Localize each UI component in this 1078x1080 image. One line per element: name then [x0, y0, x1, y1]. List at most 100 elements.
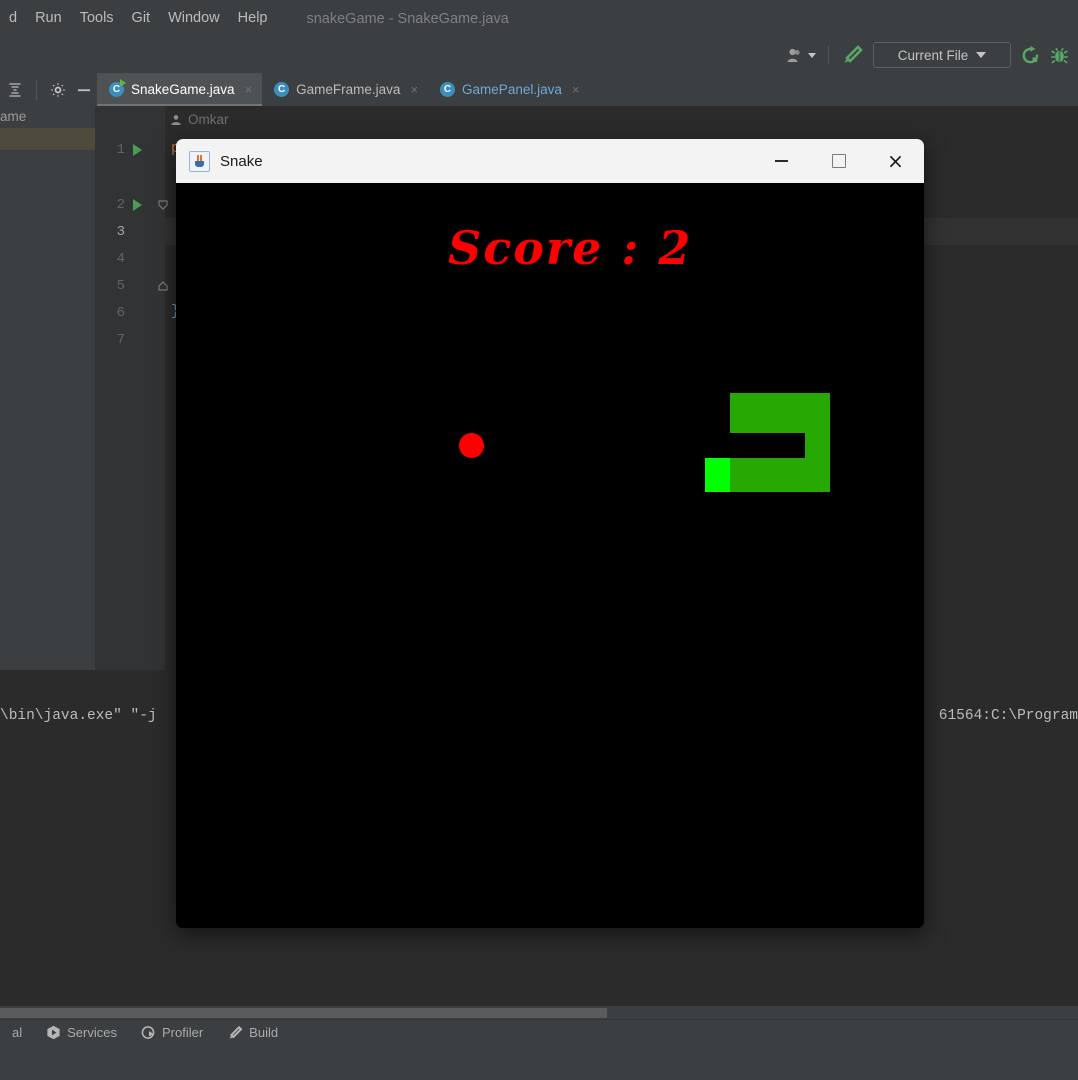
gutter-line-7[interactable]: 7 — [95, 326, 165, 353]
maximize-icon — [831, 154, 846, 168]
gear-icon — [50, 82, 66, 97]
menu-item-git[interactable]: Git — [123, 0, 160, 37]
line-number: 3 — [116, 223, 125, 240]
snake-segment — [755, 458, 780, 492]
snake-maximize-button[interactable] — [810, 139, 867, 183]
snake-head — [705, 458, 730, 492]
line-number: 6 — [116, 304, 125, 321]
menu-item-window[interactable]: Window — [159, 0, 229, 37]
gutter-line-1[interactable]: 1 — [95, 136, 165, 163]
gutter-line-5[interactable]: 5 — [95, 272, 165, 299]
project-tool-window: ame — [0, 106, 95, 670]
console-output-left: \bin\java.exe" "-j — [0, 708, 157, 724]
code-fold-open-icon[interactable] — [157, 191, 169, 218]
gutter-line-4[interactable]: 4 — [95, 245, 165, 272]
tab-gamepanel-java[interactable]: C GamePanel.java × — [428, 73, 589, 106]
run-gutter-icon[interactable] — [133, 198, 142, 211]
menu-item-run[interactable]: Run — [26, 0, 71, 37]
snake-game-canvas[interactable]: Score : 2 — [176, 183, 924, 928]
console-hscrollbar-thumb[interactable] — [0, 1008, 607, 1018]
tab-gameframe-java[interactable]: C GameFrame.java × — [262, 73, 428, 106]
java-coffee-cup-icon — [189, 150, 210, 172]
tab-label: SnakeGame.java — [131, 82, 235, 97]
status-item-build[interactable]: Build — [215, 1025, 290, 1041]
project-tree-item[interactable] — [0, 150, 95, 172]
status-label: Build — [249, 1025, 279, 1040]
line-number: 1 — [116, 141, 125, 158]
snake-game-window[interactable]: Snake × Score : 2 — [176, 139, 924, 928]
gutter-line-6[interactable]: 6 — [95, 299, 165, 326]
snake-window-titlebar[interactable]: Snake × — [176, 139, 924, 183]
score-label: Score : 2 — [448, 221, 693, 275]
ide-menu-bar: d Run Tools Git Window Help snakeGame - … — [0, 0, 1078, 37]
services-icon — [47, 1025, 60, 1040]
menu-label: Window — [168, 10, 220, 26]
line-number: 4 — [116, 250, 125, 267]
java-class-run-icon: C — [109, 79, 126, 97]
gutter-line-3[interactable]: 3 — [95, 218, 165, 245]
java-class-icon: C — [274, 82, 290, 97]
menu-label: Help — [237, 10, 268, 26]
run-button[interactable] — [1016, 42, 1045, 68]
run-gutter-icon[interactable] — [133, 143, 142, 156]
tabbar-divider — [36, 79, 37, 100]
status-label: Profiler — [161, 1025, 204, 1040]
ide-window-title: snakeGame - SnakeGame.java — [306, 10, 509, 27]
line-number: 2 — [116, 196, 125, 213]
debug-button[interactable] — [1045, 42, 1074, 68]
project-tree-item[interactable]: ame — [0, 106, 95, 128]
status-item-terminal[interactable]: al — [0, 1025, 34, 1040]
collapse-icon — [9, 82, 21, 97]
gutter-line-2[interactable]: 2 — [95, 191, 165, 218]
status-item-services[interactable]: Services — [34, 1025, 129, 1040]
chevron-down-icon — [808, 52, 816, 58]
tab-label: GamePanel.java — [462, 82, 562, 97]
expand-collapse-button[interactable] — [2, 77, 28, 103]
snake-segment — [780, 458, 805, 492]
apple — [459, 433, 484, 458]
menu-item-tools[interactable]: Tools — [71, 0, 123, 37]
snake-segment — [755, 393, 780, 433]
chevron-down-icon — [976, 52, 987, 58]
tab-snakegame-java[interactable]: C SnakeGame.java × — [97, 73, 263, 106]
ide-toolbar: Current File — [0, 37, 1078, 73]
run-icon — [1022, 45, 1039, 63]
settings-button[interactable] — [45, 77, 71, 103]
tab-close-icon[interactable]: × — [245, 82, 253, 97]
editor-gutter[interactable]: 1 2 3 4 5 6 7 — [95, 106, 168, 670]
menu-label: d — [9, 10, 18, 26]
snake-segment — [805, 393, 830, 433]
snake-minimize-button[interactable] — [753, 139, 810, 183]
close-icon: × — [887, 149, 904, 173]
snake-window-title: Snake — [220, 152, 263, 170]
line-number: 7 — [116, 331, 125, 348]
code-fold-close-icon[interactable] — [157, 272, 169, 299]
tab-close-icon[interactable]: × — [572, 82, 580, 97]
snake-segment — [730, 393, 755, 433]
build-button[interactable] — [836, 42, 868, 68]
run-config-label: Current File — [897, 47, 969, 63]
menu-label: Tools — [79, 10, 114, 26]
snake-close-button[interactable]: × — [867, 139, 924, 183]
person-icon — [787, 48, 800, 62]
snake-segment — [780, 393, 805, 433]
status-item-profiler[interactable]: Profiler — [129, 1025, 215, 1040]
annotation-author: Omkar — [188, 112, 229, 127]
account-button[interactable] — [782, 42, 821, 68]
hammer-icon — [229, 1025, 243, 1039]
minimize-panel-button[interactable] — [71, 77, 97, 103]
menu-item-build[interactable]: d — [0, 0, 26, 37]
ide-footer — [0, 1045, 1078, 1080]
run-configuration-selector[interactable]: Current File — [873, 42, 1011, 68]
project-tree-item-selected[interactable] — [0, 128, 95, 150]
menu-item-help[interactable]: Help — [229, 0, 277, 37]
minus-icon — [78, 88, 90, 91]
status-label: Services — [67, 1025, 117, 1040]
console-output-right: 61564:C:\Program — [938, 708, 1078, 724]
line-number: 5 — [116, 277, 125, 294]
bug-icon — [1051, 47, 1068, 63]
tab-label: GameFrame.java — [296, 82, 401, 97]
tab-close-icon[interactable]: × — [410, 82, 418, 97]
vcs-annotation[interactable]: Omkar — [170, 112, 229, 127]
editor-tab-bar: C SnakeGame.java × C GameFrame.java × C … — [0, 73, 1078, 106]
